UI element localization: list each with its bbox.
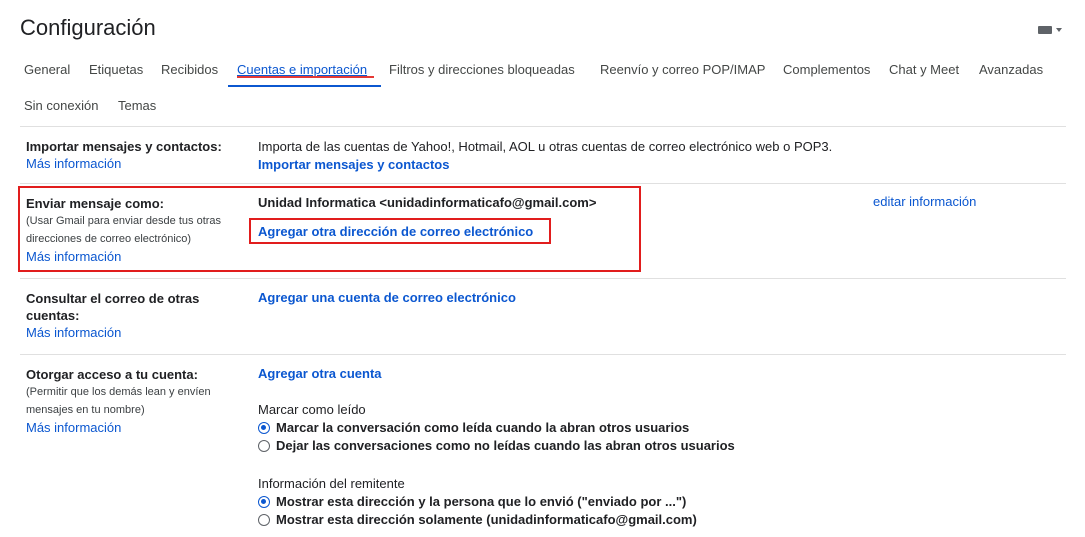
grant-access-sub-label: (Permitir que los demás lean y envíen [26,386,211,398]
tab-avanzadas[interactable]: Avanzadas [979,62,1043,77]
divider [20,126,1066,127]
divider [20,354,1066,355]
import-label-block: Importar mensajes y contactos: Más infor… [26,138,236,173]
radio-button[interactable] [258,513,270,526]
active-tab-indicator [228,85,381,87]
radio-label: Mostrar esta dirección solamente (unidad… [276,512,697,527]
mark-read-heading: Marcar como leído [258,402,366,417]
keyboard-icon [1038,26,1052,34]
tab-etiquetas[interactable]: Etiquetas [89,62,143,77]
radio-label: Marcar la conversación como leída cuando… [276,420,690,435]
check-mail-label: cuentas: [26,308,80,323]
tab-complementos[interactable]: Complementos [783,62,870,77]
import-label: Importar mensajes y contactos: [26,139,222,154]
tab-recibidos[interactable]: Recibidos [161,62,218,77]
radio-button[interactable] [258,495,270,508]
highlight-box-inner [249,218,551,244]
grant-access-sub-label: mensajes en tu nombre) [26,404,145,416]
tab-general[interactable]: General [24,62,70,77]
tab-filtros[interactable]: Filtros y direcciones bloqueadas [389,62,575,77]
mark-read-option[interactable]: Dejar las conversaciones como no leídas … [258,438,735,453]
edit-info-link[interactable]: editar información [873,194,976,209]
chevron-down-icon [1056,28,1062,32]
check-mail-label: Consultar el correo de otras [26,291,200,306]
tab-temas[interactable]: Temas [118,98,156,113]
input-tools-button[interactable] [1038,26,1062,34]
add-another-account-link[interactable]: Agregar otra cuenta [258,366,382,381]
radio-label: Dejar las conversaciones como no leídas … [276,438,735,453]
tab-cuentas-importacion[interactable]: Cuentas e importación [237,62,367,77]
import-more-info-link[interactable]: Más información [26,155,236,173]
add-mail-account-link[interactable]: Agregar una cuenta de correo electrónico [258,290,516,305]
grant-access-more-info-link[interactable]: Más información [26,419,236,437]
mark-read-option[interactable]: Marcar la conversación como leída cuando… [258,420,689,435]
import-messages-link[interactable]: Importar mensajes y contactos [258,157,449,172]
sender-info-option[interactable]: Mostrar esta dirección solamente (unidad… [258,512,697,527]
sender-info-option[interactable]: Mostrar esta dirección y la persona que … [258,494,686,509]
divider [20,278,1066,279]
check-mail-more-info-link[interactable]: Más información [26,324,236,342]
tab-chat-meet[interactable]: Chat y Meet [889,62,959,77]
check-mail-label-block: Consultar el correo de otras cuentas: Má… [26,290,236,342]
radio-button[interactable] [258,421,270,434]
radio-button[interactable] [258,439,270,452]
sender-info-heading: Información del remitente [258,476,405,491]
grant-access-label: Otorgar acceso a tu cuenta: [26,367,198,382]
tab-reenvio[interactable]: Reenvío y correo POP/IMAP [600,62,765,77]
grant-access-label-block: Otorgar acceso a tu cuenta: (Permitir qu… [26,366,236,437]
tab-sin-conexion[interactable]: Sin conexión [24,98,98,113]
highlight-underline [237,76,374,78]
import-description: Importa de las cuentas de Yahoo!, Hotmai… [258,139,833,154]
page-title: Configuración [20,15,156,40]
radio-label: Mostrar esta dirección y la persona que … [276,494,687,509]
divider [20,183,1066,184]
